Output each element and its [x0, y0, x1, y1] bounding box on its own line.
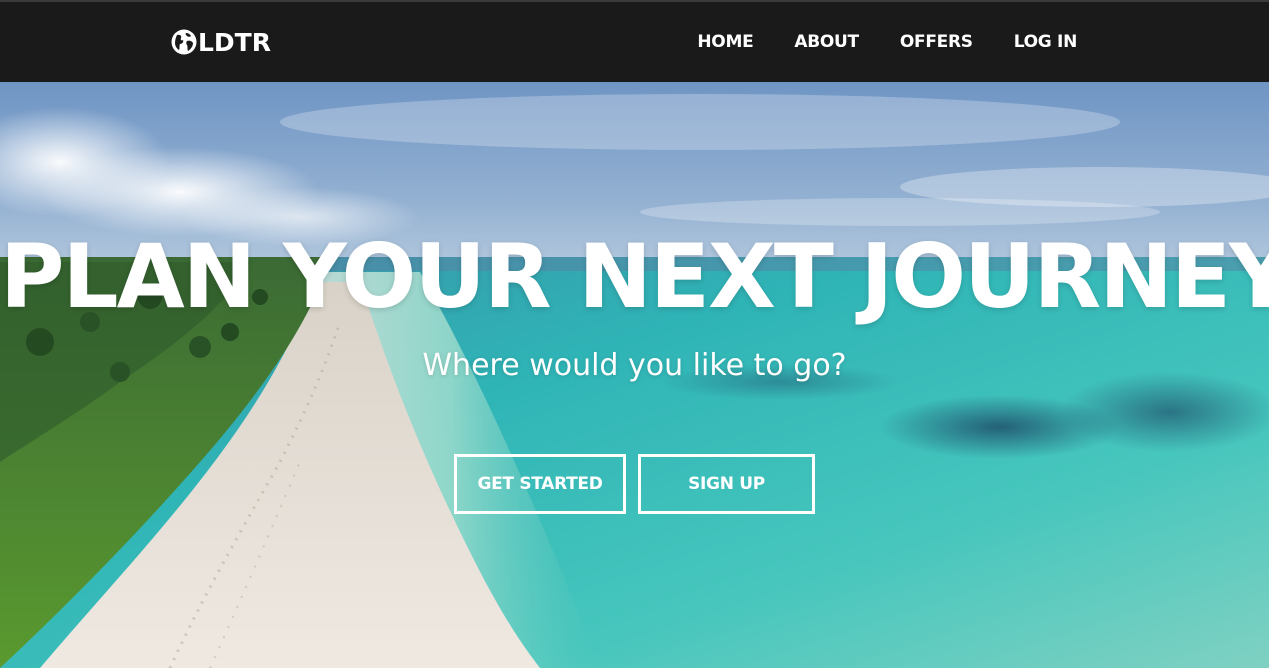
globe-icon	[171, 29, 197, 55]
logo-text: LDTR	[198, 27, 271, 57]
nav-link-log-in[interactable]: LOG IN	[1014, 32, 1078, 52]
get-started-button[interactable]: GET STARTED	[454, 454, 626, 514]
nav-link-offers[interactable]: OFFERS	[900, 32, 973, 52]
nav-link-about[interactable]: ABOUT	[794, 32, 859, 52]
hero-subtitle: Where would you like to go?	[422, 348, 847, 383]
hero-button-group: GET STARTED SIGN UP	[454, 454, 815, 514]
hero-title: PLAN YOUR NEXT JOURNEY	[0, 225, 1269, 328]
page: LDTR HOME ABOUT OFFERS LOG IN PLAN YOUR …	[0, 0, 1269, 668]
navbar: LDTR HOME ABOUT OFFERS LOG IN	[0, 0, 1269, 82]
logo[interactable]: LDTR	[171, 26, 271, 58]
hero-section: PLAN YOUR NEXT JOURNEY Where would you l…	[0, 82, 1269, 668]
nav-menu: HOME ABOUT OFFERS LOG IN	[656, 2, 1077, 82]
nav-link-home[interactable]: HOME	[697, 32, 753, 52]
sign-up-button[interactable]: SIGN UP	[638, 454, 815, 514]
